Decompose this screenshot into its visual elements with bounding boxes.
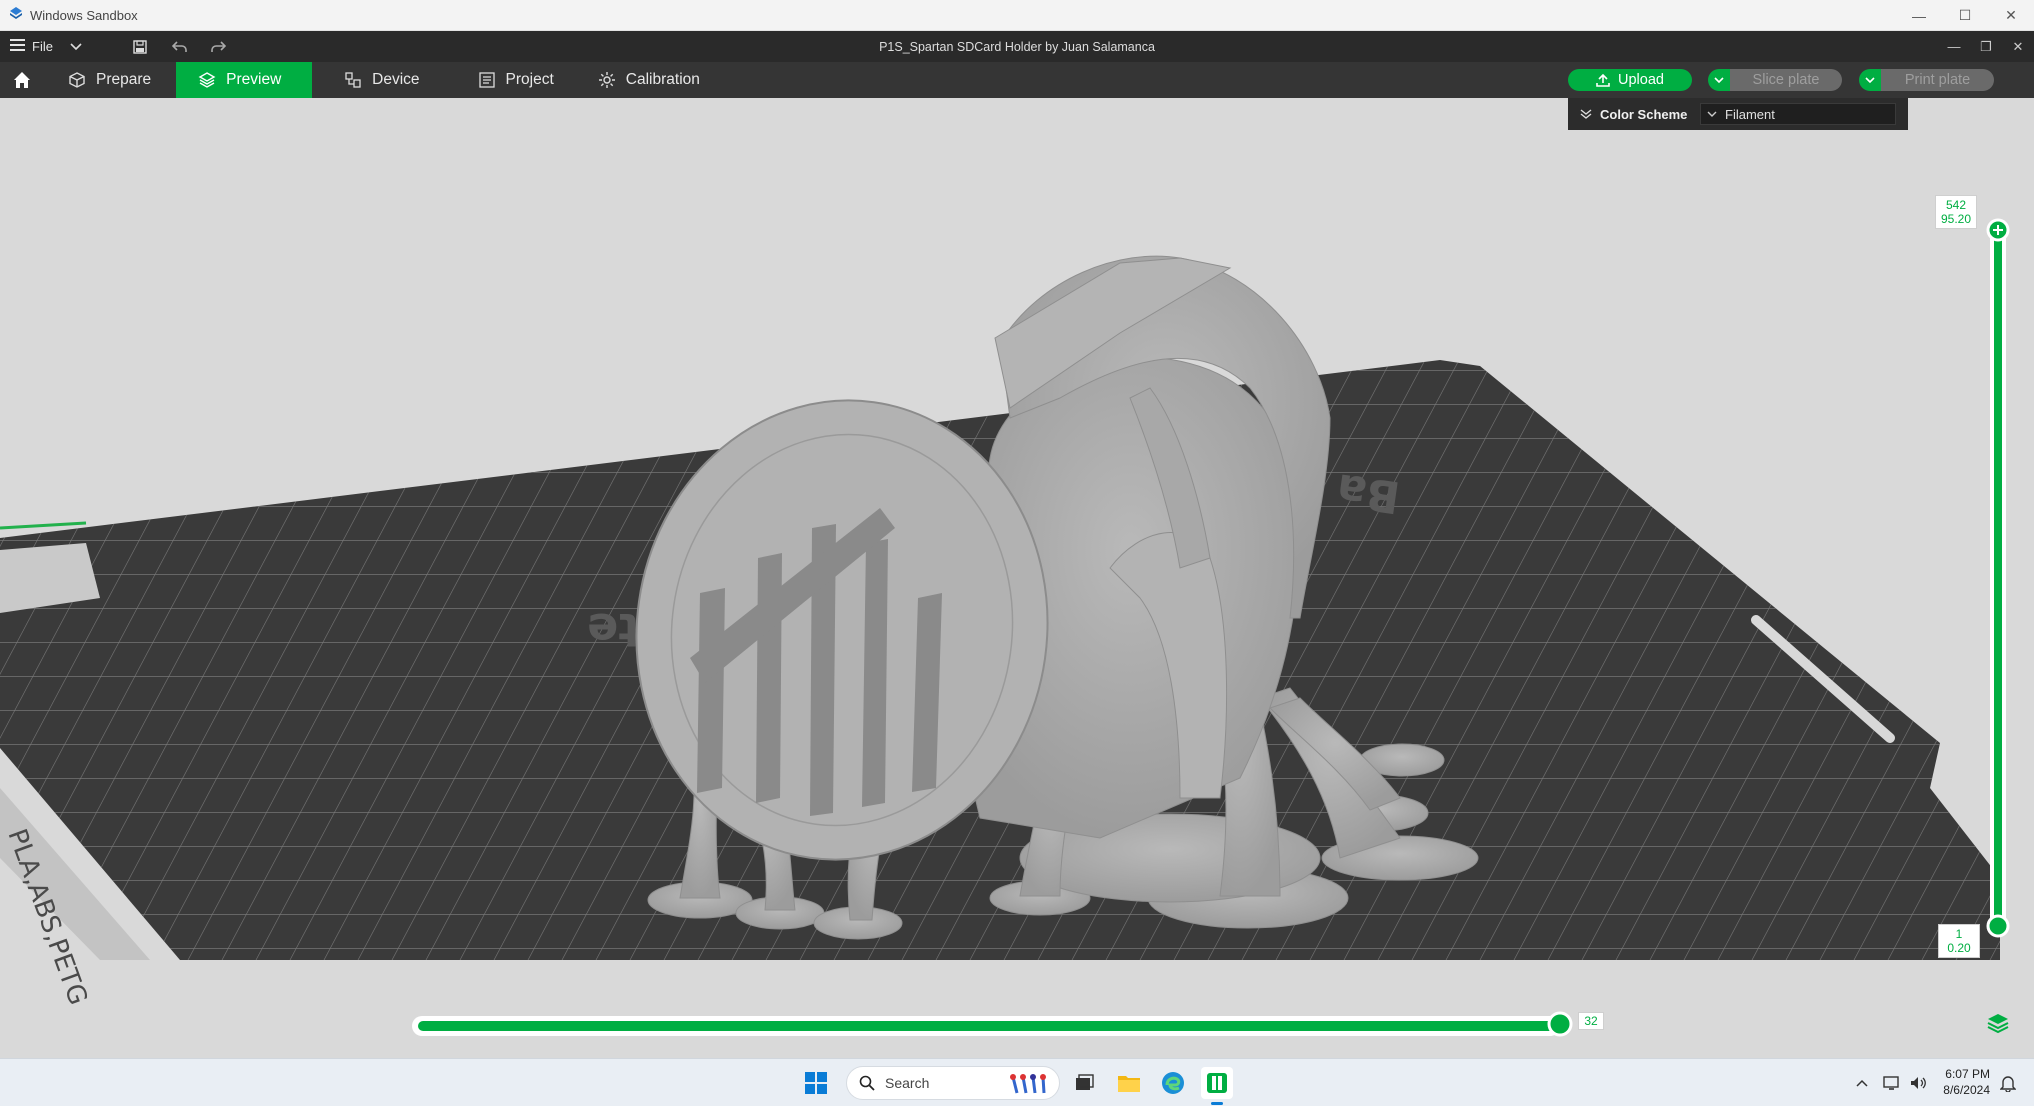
top-layer-index: 542 [1945,198,1967,212]
tab-calibration-label: Calibration [625,71,700,88]
undo-icon[interactable] [167,31,193,62]
bottom-layer-index: 1 [1955,927,1963,941]
volume-icon[interactable] [1902,1067,1934,1099]
home-icon [14,72,30,88]
tab-device[interactable]: Device [322,62,441,98]
tab-calibration[interactable]: Calibration [576,62,722,98]
search-placeholder: Search [885,1075,930,1091]
3d-viewport[interactable]: plate Ba PLA,ABS,PETG [0,98,2034,1058]
windows-logo-icon [805,1072,827,1094]
cube-icon [69,72,85,88]
sandbox-title: Windows Sandbox [30,7,138,23]
document-title: P1S_Spartan SDCard Holder by Juan Salama… [879,39,1155,54]
file-menu-label: File [32,39,53,54]
app-minimize-button[interactable]: — [1938,31,1970,62]
chevron-down-icon [1714,76,1724,83]
bottom-layer-height: 0.20 [1947,941,1971,955]
file-explorer-icon[interactable] [1113,1067,1145,1099]
tab-preview-label: Preview [226,71,282,88]
chevron-down-icon [1865,76,1875,83]
redo-icon[interactable] [205,31,231,62]
app-close-button[interactable]: ✕ [2002,31,2034,62]
maximize-button[interactable]: ☐ [1942,0,1988,31]
task-view-icon[interactable] [1068,1067,1100,1099]
minimize-button[interactable]: — [1896,0,1942,31]
search-icon [859,1075,875,1091]
color-scheme-value: Filament [1725,106,1775,122]
tab-project[interactable]: Project [456,62,576,98]
bambu-studio-taskbar-icon[interactable] [1201,1067,1233,1105]
upload-icon [1596,73,1610,87]
device-icon [345,72,361,88]
tab-preview[interactable]: Preview [176,62,313,98]
tab-prepare-label: Prepare [96,71,152,88]
plate-brand-text: Ba [1333,463,1403,522]
calibration-icon [598,72,615,88]
home-button[interactable] [0,62,44,98]
file-menu-button[interactable]: File [0,31,63,62]
taskbar-search-box[interactable]: Search [846,1066,1060,1100]
start-button[interactable] [800,1067,832,1099]
tab-prepare[interactable]: Prepare [46,62,173,98]
chevron-down-icon [1707,111,1717,117]
edge-browser-icon[interactable] [1157,1067,1189,1099]
slice-dropdown-button[interactable] [1708,69,1730,91]
slice-plate-button[interactable]: Slice plate [1730,69,1842,91]
chevron-down-icon[interactable] [63,31,89,62]
taskbar-clock[interactable]: 6:07 PM 8/6/2024 [1943,1066,1990,1098]
tab-project-label: Project [505,71,554,88]
tab-device-label: Device [372,71,420,88]
notification-bell-icon[interactable] [1992,1067,2024,1099]
layer-height-slider[interactable] [1986,218,2010,938]
move-value: 32 [1584,1014,1598,1028]
search-highlight-icon [1007,1073,1051,1098]
app-title-bar: File P1S_Spartan SDCard Holder by Juan S… [0,31,2034,62]
bottom-layer-label: 1 0.20 [1938,924,1980,958]
app-restore-button[interactable]: ❐ [1970,31,2002,62]
layer-move-slider[interactable] [412,1011,1573,1037]
print-plate-button[interactable]: Print plate [1881,69,1994,91]
color-scheme-label: Color Scheme [1600,106,1688,122]
top-layer-label: 542 95.20 [1935,195,1977,229]
sandbox-title-bar: Windows Sandbox — ☐ ✕ [0,0,2034,31]
move-value-label: 32 [1578,1012,1604,1030]
save-icon[interactable] [127,31,153,62]
slice-plate-label: Slice plate [1752,72,1820,88]
windows-taskbar: Search 6:07 PM 8/6/2024 [0,1058,2034,1106]
clock-time: 6:07 PM [1945,1067,1990,1081]
print-dropdown-button[interactable] [1859,69,1881,91]
layers-icon [198,72,216,88]
layers-toggle-icon[interactable] [1987,1014,2009,1034]
upload-button[interactable]: Upload [1568,69,1692,91]
clock-date: 8/6/2024 [1943,1083,1990,1097]
project-icon [478,72,495,88]
print-plate-label: Print plate [1904,72,1971,88]
color-scheme-panel: Color Scheme Filament [1568,98,1908,130]
hamburger-icon [10,38,26,55]
top-layer-height: 95.20 [1940,212,1972,226]
collapse-icon[interactable] [1580,109,1592,119]
upload-label: Upload [1618,72,1664,88]
sandbox-icon [8,5,24,26]
chevron-up-icon[interactable] [1846,1067,1878,1099]
close-button[interactable]: ✕ [1988,0,2034,31]
color-scheme-select[interactable]: Filament [1700,103,1896,125]
